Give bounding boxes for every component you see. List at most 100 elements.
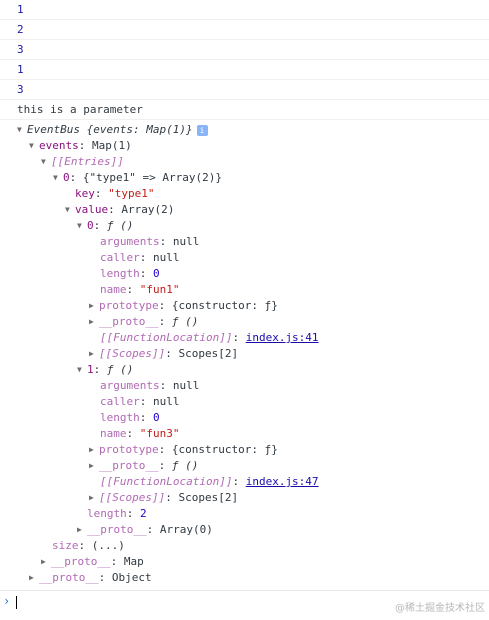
tree-row-array-proto[interactable]: ▶ __proto__: Array(0) bbox=[0, 522, 489, 538]
tree-row-value[interactable]: ▼ value: Array(2) bbox=[0, 202, 489, 218]
property-value: "type1" bbox=[108, 187, 155, 200]
tree-row-events[interactable]: ▼ events: Map(1) bbox=[0, 138, 489, 154]
expand-triangle-icon[interactable]: ▶ bbox=[41, 554, 51, 570]
property-key: arguments bbox=[100, 235, 160, 248]
expand-triangle-icon[interactable]: ▼ bbox=[53, 170, 63, 186]
expand-triangle-icon[interactable]: ▼ bbox=[77, 218, 87, 234]
property-key: caller bbox=[100, 395, 140, 408]
tree-row-function-location: [[FunctionLocation]]: index.js:41 bbox=[100, 331, 319, 344]
property-key: __proto__ bbox=[99, 315, 159, 328]
tree-row-entry-0[interactable]: ▼ 0: {"type1" => Array(2)} bbox=[0, 170, 489, 186]
property-key: length bbox=[100, 267, 140, 280]
log-value: 1 bbox=[17, 3, 24, 16]
expand-triangle-icon[interactable]: ▼ bbox=[17, 122, 27, 138]
tree-row-caller: caller: null bbox=[100, 395, 180, 408]
expand-triangle-icon[interactable]: ▶ bbox=[89, 490, 99, 506]
property-key: 0 bbox=[87, 219, 94, 232]
console-log-2: 2 bbox=[0, 20, 489, 40]
property-value: ƒ () bbox=[171, 315, 199, 328]
property-key: name bbox=[100, 427, 127, 440]
expand-triangle-icon[interactable]: ▶ bbox=[89, 314, 99, 330]
property-value: {constructor: ƒ} bbox=[171, 443, 278, 456]
property-key: [[Scopes]] bbox=[99, 347, 166, 360]
tree-row-length: length: 0 bbox=[100, 411, 160, 424]
tree-row-fn-0[interactable]: ▼ 0: ƒ () bbox=[0, 218, 489, 234]
tree-row-object-proto[interactable]: ▶ __proto__: Object bbox=[0, 570, 489, 586]
tree-row-prototype[interactable]: ▶ prototype: {constructor: ƒ} bbox=[0, 298, 489, 314]
property-key: __proto__ bbox=[51, 555, 111, 568]
property-key: caller bbox=[100, 251, 140, 264]
tree-row-key: key: "type1" bbox=[75, 187, 155, 200]
property-key: length bbox=[100, 411, 140, 424]
tree-row-fn-1[interactable]: ▼ 1: ƒ () bbox=[0, 362, 489, 378]
property-value[interactable]: (...) bbox=[92, 539, 125, 552]
tree-row-scopes[interactable]: ▶ [[Scopes]]: Scopes[2] bbox=[0, 346, 489, 362]
expand-triangle-icon[interactable]: ▶ bbox=[89, 298, 99, 314]
property-key: key bbox=[75, 187, 95, 200]
property-key: [[Scopes]] bbox=[99, 491, 166, 504]
property-value: ƒ () bbox=[171, 459, 199, 472]
property-value: ƒ () bbox=[106, 219, 134, 232]
source-link[interactable]: index.js:41 bbox=[246, 331, 319, 344]
property-value: null bbox=[172, 235, 200, 248]
tree-row-function-location: [[FunctionLocation]]: index.js:47 bbox=[100, 475, 319, 488]
tree-row-proto[interactable]: ▶ __proto__: ƒ () bbox=[0, 314, 489, 330]
tree-row-name: name: "fun1" bbox=[100, 283, 180, 296]
text-cursor bbox=[16, 595, 18, 609]
property-key: prototype bbox=[99, 443, 159, 456]
property-value: {constructor: ƒ} bbox=[171, 299, 278, 312]
console-log-3: 3 bbox=[0, 40, 489, 60]
property-key: size bbox=[52, 539, 79, 552]
property-value: 0 bbox=[153, 411, 160, 424]
prompt-chevron-icon: › bbox=[3, 594, 11, 608]
property-value: null bbox=[153, 395, 180, 408]
expand-triangle-icon[interactable]: ▼ bbox=[41, 154, 51, 170]
property-value: null bbox=[153, 251, 180, 264]
info-icon[interactable]: i bbox=[196, 124, 208, 136]
expand-triangle-icon[interactable]: ▶ bbox=[77, 522, 87, 538]
tree-row-proto[interactable]: ▶ __proto__: ƒ () bbox=[0, 458, 489, 474]
tree-row-caller: caller: null bbox=[100, 251, 180, 264]
property-key: arguments bbox=[100, 379, 160, 392]
property-value: Array(2) bbox=[121, 203, 175, 216]
log-value: 2 bbox=[17, 23, 24, 36]
console-log-5: 3 bbox=[0, 80, 489, 100]
watermark: @稀土掘金技术社区 bbox=[395, 603, 485, 614]
console-log-4: 1 bbox=[0, 60, 489, 80]
expand-triangle-icon[interactable]: ▼ bbox=[77, 362, 87, 378]
expand-triangle-icon[interactable]: ▶ bbox=[89, 442, 99, 458]
property-value: ƒ () bbox=[106, 363, 134, 376]
property-value: null bbox=[172, 379, 200, 392]
tree-row-prototype[interactable]: ▶ prototype: {constructor: ƒ} bbox=[0, 442, 489, 458]
expand-triangle-icon[interactable]: ▶ bbox=[29, 570, 39, 586]
property-value: Scopes[2] bbox=[178, 347, 239, 360]
property-value: Scopes[2] bbox=[178, 491, 239, 504]
property-value: Map(1) bbox=[92, 139, 132, 152]
property-key: __proto__ bbox=[39, 571, 99, 584]
tree-row-size: size: (...) bbox=[52, 539, 125, 552]
tree-row-scopes[interactable]: ▶ [[Scopes]]: Scopes[2] bbox=[0, 490, 489, 506]
tree-row-entries[interactable]: ▼ [[Entries]] bbox=[0, 154, 489, 170]
property-value: Array(0) bbox=[159, 523, 213, 536]
log-value: 3 bbox=[17, 43, 24, 56]
property-value: 2 bbox=[140, 507, 147, 520]
source-link[interactable]: index.js:47 bbox=[246, 475, 319, 488]
property-key: 1 bbox=[87, 363, 94, 376]
property-key: __proto__ bbox=[99, 459, 159, 472]
expand-triangle-icon[interactable]: ▼ bbox=[65, 202, 75, 218]
root-preview: {events: Map(1)} bbox=[79, 123, 193, 136]
root-name: EventBus bbox=[27, 123, 80, 136]
expand-triangle-icon[interactable]: ▼ bbox=[29, 138, 39, 154]
tree-row-map-proto[interactable]: ▶ __proto__: Map bbox=[0, 554, 489, 570]
console-log-1: 1 bbox=[0, 0, 489, 20]
tree-row-eventbus[interactable]: ▼ EventBus {events: Map(1)} i bbox=[0, 122, 489, 138]
property-key: value bbox=[75, 203, 109, 216]
expand-triangle-icon[interactable]: ▶ bbox=[89, 458, 99, 474]
property-value: {"type1" => Array(2)} bbox=[82, 171, 222, 184]
log-value: 3 bbox=[17, 83, 24, 96]
expand-triangle-icon[interactable]: ▶ bbox=[89, 346, 99, 362]
property-key: 0 bbox=[63, 171, 70, 184]
property-value: "fun1" bbox=[139, 283, 180, 296]
property-key: [[FunctionLocation]] bbox=[100, 475, 233, 488]
property-value: Map bbox=[123, 555, 144, 568]
